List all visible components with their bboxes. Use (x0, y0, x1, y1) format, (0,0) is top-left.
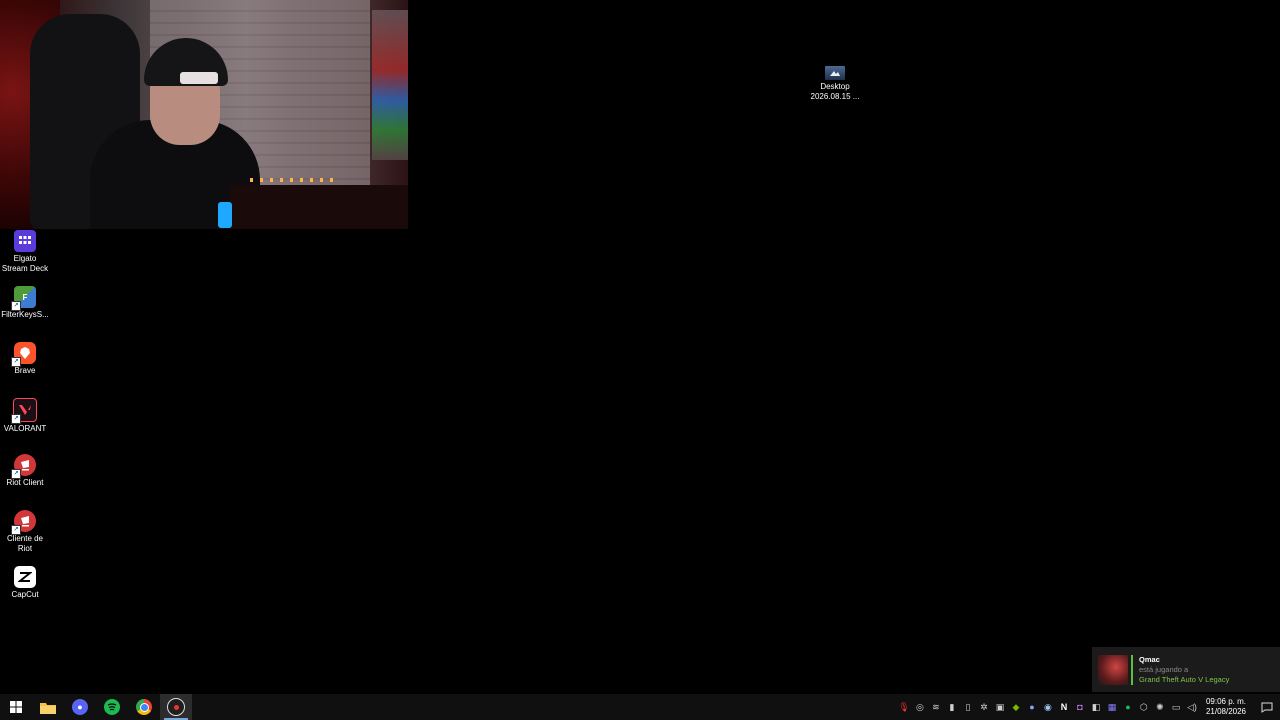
riot-client-icon: ↗ (11, 454, 36, 479)
system-tray: 🎙 ◎ ≋ ▮ ▯ ✲ ▣ ◆ ● ◉ N ◘ ◧ ▦ ● ⬡ ✺ ▭ ◁) 0… (896, 694, 1280, 720)
desktop-icon-label: FilterKeysS... (1, 310, 49, 319)
desktop-background: Elgato Stream Deck F ↗ FilterKeysS... ↗ … (0, 0, 1280, 694)
stream-deck-icon (14, 230, 36, 252)
riot-client-es-icon: ↗ (11, 510, 36, 535)
webcam-overlay (0, 0, 408, 229)
usb-icon[interactable]: ▯ (960, 694, 976, 720)
folder-image-icon (825, 66, 845, 80)
desktop-icon-label: Cliente de Riot (6, 534, 44, 553)
steam-icon[interactable]: ◉ (1040, 694, 1056, 720)
valorant-icon: ↗ (11, 398, 37, 424)
obs-icon (167, 698, 185, 716)
desktop-icon-capcut[interactable]: CapCut (0, 566, 50, 600)
notification-game: Grand Theft Auto V Legacy (1139, 674, 1230, 684)
taskbar-discord[interactable]: ● (64, 694, 96, 720)
volume-icon[interactable]: ◁) (1184, 694, 1200, 720)
brave-icon: ↗ (11, 342, 36, 367)
desktop-folder-date: 2026.08.15 ... (810, 92, 860, 101)
desktop-folder-screenshot[interactable]: Desktop 2026.08.15 ... (810, 66, 860, 102)
brightness-icon[interactable]: ✺ (1152, 694, 1168, 720)
desktop-folder-name: Desktop (820, 82, 850, 91)
desktop-icon-label: Elgato Stream Deck (1, 254, 49, 273)
instagram-icon[interactable]: ◘ (1072, 694, 1088, 720)
folder-icon (40, 702, 56, 714)
controller-icon[interactable]: ▣ (992, 694, 1008, 720)
notification-username: Qmac (1139, 654, 1160, 664)
filterkeys-icon: F ↗ (11, 286, 36, 311)
taskbar: ● 🎙 ◎ ≋ ▮ ▯ ✲ ▣ ◆ ● ◉ N ◘ ◧ ▦ ● ⬡ ✺ ▭ ◁) (0, 694, 1280, 720)
taskbar-spotify[interactable] (96, 694, 128, 720)
windows-start-icon (10, 701, 22, 713)
clock[interactable]: 09:06 p. m. 21/08/2026 (1206, 697, 1246, 717)
desktop-icon-label: Brave (14, 366, 36, 375)
status-accent-bar (1131, 654, 1133, 685)
desktop-icon-brave[interactable]: ↗ Brave (0, 342, 50, 376)
clock-time: 09:06 p. m. (1205, 697, 1246, 706)
desktop-icon-cliente-de-riot[interactable]: ↗ Cliente de Riot (0, 510, 50, 554)
capcut-icon (14, 566, 36, 588)
start-button[interactable] (0, 694, 32, 720)
notification-action: está jugando a (1139, 664, 1189, 674)
notion-icon[interactable]: N (1056, 694, 1072, 720)
desktop-icon-label: Riot Client (6, 478, 44, 487)
taskbar-obs[interactable] (160, 694, 192, 720)
nvidia-icon[interactable]: ◆ (1008, 694, 1024, 720)
taskbar-chrome[interactable] (128, 694, 160, 720)
spotify-tray-icon[interactable]: ● (1120, 694, 1136, 720)
taskbar-file-explorer[interactable] (32, 694, 64, 720)
desktop-icon-label: CapCut (11, 590, 39, 599)
network-icon[interactable]: ▭ (1168, 694, 1184, 720)
desktop-icon-label: VALORANT (3, 424, 47, 433)
desktop-icon-riot-client[interactable]: ↗ Riot Client (0, 454, 50, 488)
desktop-icon-elgato-stream-deck[interactable]: Elgato Stream Deck (0, 230, 50, 274)
app-tray-icon[interactable]: ◧ (1088, 694, 1104, 720)
security-icon[interactable]: ⬡ (1136, 694, 1152, 720)
settings-app-icon[interactable]: ✲ (976, 694, 992, 720)
discord-icon: ● (72, 699, 88, 715)
game-activity-notification[interactable]: Qmac está jugando a Grand Theft Auto V L… (1092, 647, 1280, 692)
wifi-tool-icon[interactable]: ≋ (928, 694, 944, 720)
notification-center-button[interactable] (1254, 694, 1280, 720)
stream-deck-tray-icon[interactable]: ▦ (1104, 694, 1120, 720)
chrome-icon (136, 699, 152, 715)
desktop-icon-valorant[interactable]: ↗ VALORANT (0, 398, 50, 434)
notification-icon (1261, 702, 1273, 713)
clock-date: 21/08/2026 (1205, 707, 1246, 716)
discord-tray-icon[interactable]: ● (1024, 694, 1040, 720)
mic-muted-icon[interactable]: 🎙 (896, 694, 912, 720)
desktop-icon-filterkeys[interactable]: F ↗ FilterKeysS... (0, 286, 50, 320)
user-avatar (1098, 654, 1128, 685)
obs-tray-icon[interactable]: ◎ (912, 694, 928, 720)
spotify-icon (104, 699, 120, 715)
microphone-icon[interactable]: ▮ (944, 694, 960, 720)
